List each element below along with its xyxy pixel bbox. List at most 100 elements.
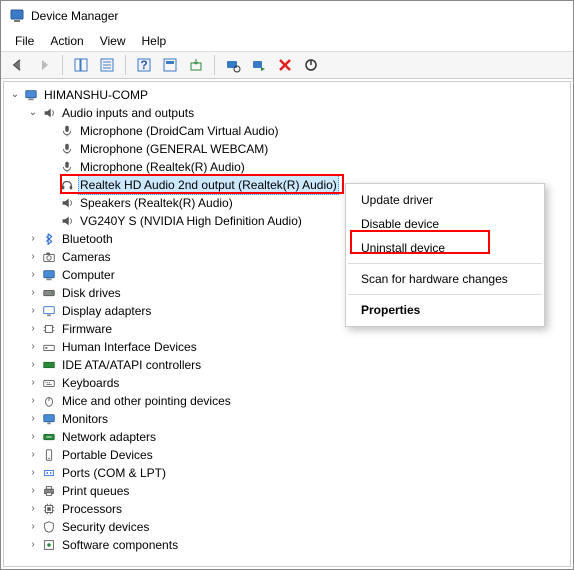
- collapse-icon[interactable]: ⌄: [8, 88, 22, 102]
- chip-icon: [41, 321, 57, 337]
- computer-icon: [23, 87, 39, 103]
- tree-cat-label: Computer: [60, 266, 117, 284]
- printer-icon: [41, 483, 57, 499]
- expand-icon[interactable]: ›: [26, 538, 40, 552]
- tree-item-label: Speakers (Realtek(R) Audio): [78, 194, 235, 212]
- tree-cat-mice[interactable]: › Mice and other pointing devices: [26, 392, 570, 410]
- software-icon: [41, 537, 57, 553]
- display-icon: [41, 303, 57, 319]
- tree-root[interactable]: ⌄ HIMANSHU-COMP: [8, 86, 570, 104]
- menu-file[interactable]: File: [7, 34, 42, 48]
- tree-cat-label: Monitors: [60, 410, 110, 428]
- help-button[interactable]: ?: [133, 54, 155, 76]
- security-icon: [41, 519, 57, 535]
- hid-icon: [41, 339, 57, 355]
- power-button[interactable]: [300, 54, 322, 76]
- tree-cat-label: Human Interface Devices: [60, 338, 199, 356]
- tree-cat-label: Portable Devices: [60, 446, 155, 464]
- microphone-icon: [59, 159, 75, 175]
- expand-icon[interactable]: ›: [26, 394, 40, 408]
- scan-hardware-button[interactable]: [222, 54, 244, 76]
- tree-cat-security[interactable]: › Security devices: [26, 518, 570, 536]
- ctx-update-driver[interactable]: Update driver: [347, 188, 543, 212]
- bluetooth-icon: [41, 231, 57, 247]
- speaker-icon: [59, 213, 75, 229]
- tree-cat-ide[interactable]: › IDE ATA/ATAPI controllers: [26, 356, 570, 374]
- expand-icon[interactable]: ›: [26, 448, 40, 462]
- expand-icon[interactable]: ›: [26, 286, 40, 300]
- update-driver-button[interactable]: [185, 54, 207, 76]
- tree-cat-label: Processors: [60, 500, 124, 518]
- camera-icon: [41, 249, 57, 265]
- computer-icon: [41, 267, 57, 283]
- tree-item-label: Microphone (DroidCam Virtual Audio): [78, 122, 281, 140]
- menu-view[interactable]: View: [92, 34, 134, 48]
- title-bar: Device Manager: [1, 1, 573, 31]
- tree-cat-audio[interactable]: ⌄ Audio inputs and outputs: [26, 104, 570, 122]
- ide-icon: [41, 357, 57, 373]
- tree-item-mic-realtek[interactable]: Microphone (Realtek(R) Audio): [44, 158, 570, 176]
- disable-device-button[interactable]: [248, 54, 270, 76]
- tree-cat-label: Mice and other pointing devices: [60, 392, 233, 410]
- tree-item-label: Microphone (Realtek(R) Audio): [78, 158, 247, 176]
- expand-icon[interactable]: ›: [26, 430, 40, 444]
- svg-text:?: ?: [140, 58, 147, 72]
- expand-icon[interactable]: ›: [26, 340, 40, 354]
- microphone-icon: [59, 141, 75, 157]
- tree-cat-label: Disk drives: [60, 284, 123, 302]
- tree-cat-label: Keyboards: [60, 374, 121, 392]
- tree-item-label: VG240Y S (NVIDIA High Definition Audio): [78, 212, 304, 230]
- expand-icon[interactable]: ›: [26, 304, 40, 318]
- expand-icon[interactable]: ›: [26, 268, 40, 282]
- nav-forward-button[interactable]: [33, 54, 55, 76]
- network-icon: [41, 429, 57, 445]
- tree-cat-monitors[interactable]: › Monitors: [26, 410, 570, 428]
- expand-icon[interactable]: ›: [26, 412, 40, 426]
- processor-icon: [41, 501, 57, 517]
- context-menu: Update driver Disable device Uninstall d…: [345, 183, 545, 327]
- expand-icon[interactable]: ›: [26, 520, 40, 534]
- expand-icon[interactable]: ›: [26, 376, 40, 390]
- tree-cat-hid[interactable]: › Human Interface Devices: [26, 338, 570, 356]
- app-icon: [9, 8, 25, 24]
- tree-cat-label: IDE ATA/ATAPI controllers: [60, 356, 203, 374]
- toolbar: ?: [1, 51, 573, 79]
- expand-icon[interactable]: ›: [26, 466, 40, 480]
- expand-icon[interactable]: ›: [26, 250, 40, 264]
- menu-bar: File Action View Help: [1, 31, 573, 51]
- tree-cat-network[interactable]: › Network adapters: [26, 428, 570, 446]
- tree-cat-ports[interactable]: ›Ports (COM & LPT): [26, 464, 570, 482]
- keyboard-icon: [41, 375, 57, 391]
- tree-item-mic-droidcam[interactable]: Microphone (DroidCam Virtual Audio): [44, 122, 570, 140]
- expand-icon[interactable]: ›: [26, 232, 40, 246]
- action-button[interactable]: [159, 54, 181, 76]
- expand-icon[interactable]: ›: [26, 322, 40, 336]
- tree-root-label: HIMANSHU-COMP: [42, 86, 150, 104]
- tree-cat-processors[interactable]: › Processors: [26, 500, 570, 518]
- uninstall-device-button[interactable]: [274, 54, 296, 76]
- tree-cat-label: Security devices: [60, 518, 151, 536]
- ctx-scan-hardware[interactable]: Scan for hardware changes: [347, 267, 543, 291]
- expand-icon[interactable]: ›: [26, 502, 40, 516]
- ctx-disable-device[interactable]: Disable device: [347, 212, 543, 236]
- tree-cat-keyboards[interactable]: › Keyboards: [26, 374, 570, 392]
- menu-action[interactable]: Action: [42, 34, 91, 48]
- tree-cat-label: Display adapters: [60, 302, 153, 320]
- tree-cat-portable[interactable]: › Portable Devices: [26, 446, 570, 464]
- tree-cat-label: Network adapters: [60, 428, 158, 446]
- tree-cat-printq[interactable]: ›Print queues: [26, 482, 570, 500]
- expand-icon[interactable]: ›: [26, 484, 40, 498]
- ctx-properties[interactable]: Properties: [347, 298, 543, 322]
- properties-button[interactable]: [96, 54, 118, 76]
- show-hide-tree-button[interactable]: [70, 54, 92, 76]
- menu-help[interactable]: Help: [134, 34, 175, 48]
- tree-item-mic-general[interactable]: Microphone (GENERAL WEBCAM): [44, 140, 570, 158]
- headphone-icon: [59, 177, 75, 193]
- tree-cat-software[interactable]: ›Software components: [26, 536, 570, 554]
- nav-back-button[interactable]: [7, 54, 29, 76]
- expand-icon[interactable]: ›: [26, 358, 40, 372]
- ctx-uninstall-device[interactable]: Uninstall device: [347, 236, 543, 260]
- tree-item-label: Realtek HD Audio 2nd output (Realtek(R) …: [78, 175, 339, 195]
- collapse-icon[interactable]: ⌄: [26, 106, 40, 120]
- microphone-icon: [59, 123, 75, 139]
